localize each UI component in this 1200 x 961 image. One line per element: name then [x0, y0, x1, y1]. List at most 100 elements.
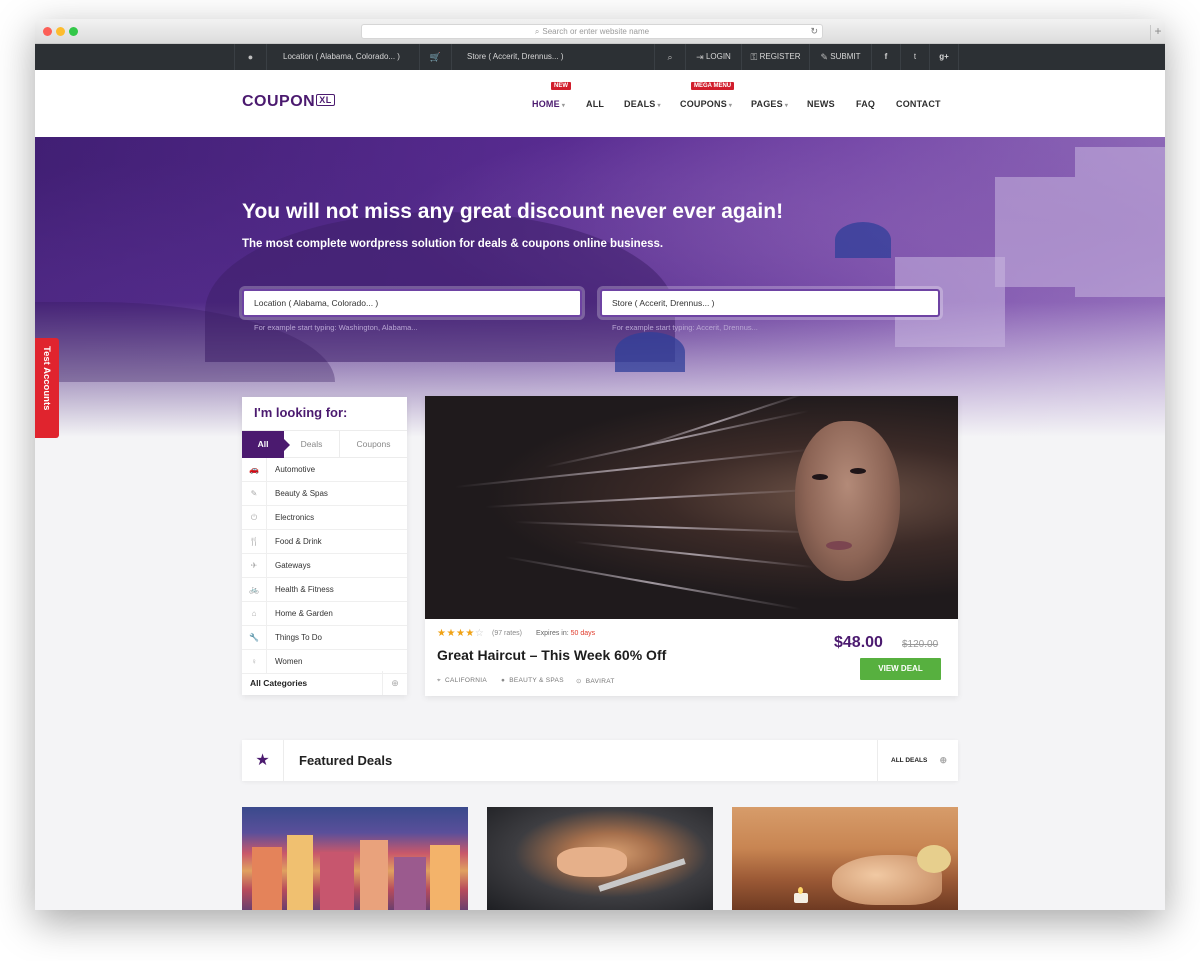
- hero-title: You will not miss any great discount nev…: [242, 200, 784, 223]
- looking-for-panel: I'm looking for: All Deals Coupons 🚗 Aut…: [242, 397, 407, 695]
- category-item-automotive[interactable]: 🚗 Automotive: [242, 458, 407, 482]
- featured-deal-image-auto[interactable]: [487, 807, 713, 910]
- googleplus-icon[interactable]: g+: [929, 44, 959, 70]
- location-pin-icon: ●: [234, 44, 266, 70]
- reload-icon[interactable]: ↻: [810, 25, 818, 38]
- model-eye: [812, 474, 828, 480]
- deal-title[interactable]: Great Haircut – This Week 60% Off: [437, 647, 666, 663]
- login-link[interactable]: ⇥ LOGIN: [685, 44, 741, 70]
- register-link[interactable]: ⚿ REGISTER: [741, 44, 809, 70]
- candle: [794, 893, 808, 903]
- all-deals-label: ALL DEALS: [891, 757, 928, 764]
- minimize-window-button[interactable]: [56, 27, 65, 36]
- register-label: REGISTER: [759, 52, 801, 61]
- nav-coupons[interactable]: COUPONS ▾: [680, 99, 732, 109]
- category-item-home-garden[interactable]: ⌂ Home & Garden: [242, 602, 407, 626]
- featured-deal-image-spa[interactable]: [732, 807, 958, 910]
- nav-news-label: NEWS: [807, 99, 835, 109]
- chevron-down-icon: ▾: [657, 103, 661, 109]
- all-deals-link[interactable]: ALL DEALS ⊕: [877, 740, 958, 781]
- looking-for-tabs: All Deals Coupons: [242, 430, 407, 458]
- view-deal-button[interactable]: VIEW DEAL: [860, 658, 941, 680]
- category-item-health-fitness[interactable]: 🚲 Health & Fitness: [242, 578, 407, 602]
- arrow-circle-right-icon: ⊕: [939, 755, 947, 765]
- spa-client-hair: [917, 845, 951, 873]
- nav-all[interactable]: ALL: [586, 99, 604, 109]
- category-item-electronics[interactable]: ⏻ Electronics: [242, 506, 407, 530]
- hair-strand: [504, 556, 801, 611]
- address-bar[interactable]: ⌕ Search or enter website name ↻: [361, 24, 823, 39]
- category-item-things-to-do[interactable]: 🔧 Things To Do: [242, 626, 407, 650]
- test-accounts-tab[interactable]: Test Accounts: [35, 338, 59, 438]
- deal-rates: (97 rates): [492, 630, 522, 637]
- mega-menu-badge: MEGA MENU: [691, 82, 735, 90]
- hair-strand: [514, 521, 815, 534]
- tab-deals[interactable]: Deals: [284, 431, 339, 458]
- deal-category[interactable]: ● BEAUTY & SPAS: [501, 677, 564, 684]
- nav-coupons-label: COUPONS: [680, 99, 727, 109]
- browser-titlebar: ⌕ Search or enter website name ↻ +: [35, 19, 1165, 44]
- close-window-button[interactable]: [43, 27, 52, 36]
- plane-icon: ✈: [242, 554, 267, 577]
- hero-dome: [835, 222, 891, 258]
- hair-strand: [484, 488, 815, 508]
- topbar-search-button[interactable]: ⌕: [654, 44, 685, 70]
- new-tab-button[interactable]: +: [1150, 25, 1165, 40]
- hero-building: [1075, 147, 1165, 297]
- test-accounts-label: Test Accounts: [41, 346, 52, 411]
- lock-icon: ⚿: [750, 52, 758, 62]
- model-eye: [850, 468, 866, 474]
- category-item-gateways[interactable]: ✈ Gateways: [242, 554, 407, 578]
- nav-pages[interactable]: PAGES ▾: [751, 99, 788, 109]
- nav-news[interactable]: NEWS: [807, 99, 835, 109]
- deal-image[interactable]: [425, 396, 958, 619]
- category-item-beauty-spas[interactable]: ✎ Beauty & Spas: [242, 482, 407, 506]
- mechanic-hand: [557, 847, 627, 877]
- featured-deals-title: Featured Deals: [299, 753, 393, 768]
- chevron-down-icon: ▾: [561, 103, 566, 109]
- deal-store[interactable]: ⊙ BAVIRAT: [576, 677, 615, 685]
- star-empty-icon: ☆: [474, 628, 485, 639]
- twitter-icon[interactable]: t: [900, 44, 929, 70]
- deal-location[interactable]: ⌖ CALIFORNIA: [437, 677, 487, 685]
- nav-home[interactable]: HOME ▾: [532, 99, 565, 109]
- store-search-input[interactable]: Store ( Accerit, Drennus... ): [600, 289, 940, 317]
- category-label: Food & Drink: [275, 537, 322, 546]
- maximize-window-button[interactable]: [69, 27, 78, 36]
- site-logo[interactable]: COUPON XL: [242, 93, 335, 111]
- nav-faq[interactable]: FAQ: [856, 99, 875, 109]
- submit-link[interactable]: ✎ SUBMIT: [809, 44, 871, 70]
- location-search-input[interactable]: Location ( Alabama, Colorado... ): [242, 289, 582, 317]
- expires-value: 50 days: [570, 630, 596, 637]
- deal-category-label: BEAUTY & SPAS: [509, 677, 564, 684]
- town-house: [360, 840, 388, 910]
- nav-deals[interactable]: DEALS ▾: [624, 99, 661, 109]
- star-icon: ★: [446, 628, 456, 639]
- tab-coupons[interactable]: Coupons: [339, 431, 407, 458]
- featured-deal-image-town[interactable]: [242, 807, 468, 910]
- all-categories-link[interactable]: All Categories ⊕: [242, 671, 407, 695]
- nav-all-label: ALL: [586, 99, 605, 109]
- star-icon: ★: [465, 628, 475, 639]
- chevron-down-icon: ▾: [784, 103, 789, 109]
- category-label: Things To Do: [275, 633, 322, 642]
- facebook-icon[interactable]: f: [871, 44, 900, 70]
- nav-deals-label: DEALS: [624, 99, 656, 109]
- tab-all[interactable]: All: [242, 431, 290, 458]
- nav-pages-label: PAGES: [751, 99, 783, 109]
- nav-contact-label: CONTACT: [896, 99, 941, 109]
- looking-for-title: I'm looking for:: [254, 405, 348, 420]
- nav-contact[interactable]: CONTACT: [896, 99, 941, 109]
- category-label: Health & Fitness: [275, 585, 334, 594]
- town-house: [287, 835, 313, 910]
- hero-building: [995, 177, 1075, 287]
- category-item-food-drink[interactable]: 🍴 Food & Drink: [242, 530, 407, 554]
- topbar-store-select[interactable]: Store ( Accerit, Drennus... ): [451, 44, 687, 70]
- star-icon: ★: [242, 740, 284, 781]
- expires-label: Expires in:: [536, 630, 569, 637]
- store-icon: ⊙: [576, 678, 582, 685]
- category-dot-icon: ●: [501, 677, 506, 684]
- star-icon: ★: [455, 628, 466, 639]
- topbar-location-select[interactable]: Location ( Alabama, Colorado... ): [266, 44, 419, 70]
- category-label: Automotive: [275, 465, 316, 474]
